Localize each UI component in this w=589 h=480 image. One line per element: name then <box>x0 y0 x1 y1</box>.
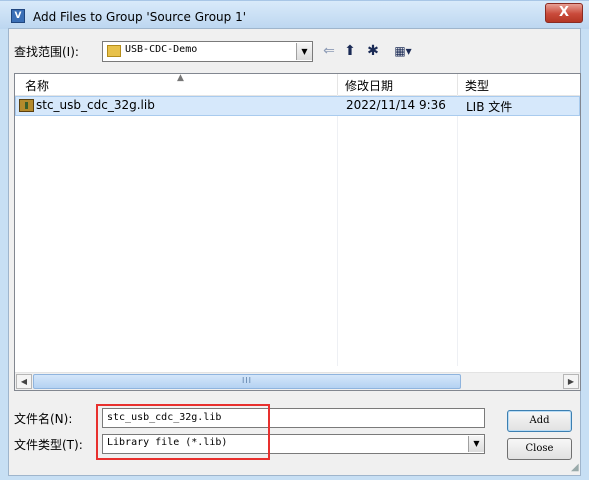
lib-file-icon <box>19 99 34 112</box>
file-modified: 2022/11/14 9:36 <box>346 98 446 112</box>
filename-label: 文件名(N): <box>14 412 73 426</box>
file-list[interactable]: 名称 ▲ 修改日期 类型 stc_usb_cdc_32g.lib 2022/11… <box>14 73 581 391</box>
chevron-down-icon[interactable]: ▼ <box>468 436 484 452</box>
look-in-combobox[interactable]: USB-CDC-Demo ▼ <box>102 41 313 62</box>
file-row[interactable]: stc_usb_cdc_32g.lib 2022/11/14 9:36 LIB … <box>15 96 580 116</box>
title-bar[interactable]: V Add Files to Group 'Source Group 1' X <box>0 1 589 29</box>
view-menu-icon[interactable]: ▦▾ <box>388 41 418 61</box>
new-folder-icon[interactable]: ✱ <box>363 41 383 61</box>
up-folder-icon[interactable]: ⬆ <box>341 41 359 61</box>
scroll-right-icon[interactable]: ▶ <box>563 374 579 389</box>
close-window-button[interactable]: X <box>545 3 583 23</box>
close-button[interactable]: Close <box>507 438 572 460</box>
window-title: Add Files to Group 'Source Group 1' <box>33 10 247 24</box>
resize-grip-icon[interactable]: ◢ <box>571 462 583 474</box>
back-arrow-icon[interactable]: ⇐ <box>320 41 338 61</box>
column-header-type[interactable]: 类型 <box>465 77 489 94</box>
chevron-down-icon[interactable]: ▼ <box>296 43 312 60</box>
column-header-name[interactable]: 名称 <box>25 77 49 94</box>
column-guide <box>457 95 458 366</box>
list-header: 名称 ▲ 修改日期 类型 <box>15 73 580 96</box>
column-divider[interactable] <box>457 74 458 95</box>
scroll-thumb[interactable]: III <box>33 374 461 389</box>
filetype-label: 文件类型(T): <box>14 438 83 452</box>
column-guide <box>337 95 338 366</box>
folder-icon <box>107 45 121 57</box>
app-icon: V <box>11 9 25 23</box>
horizontal-scrollbar[interactable]: ◀ III ▶ <box>15 372 580 390</box>
scroll-left-icon[interactable]: ◀ <box>16 374 32 389</box>
sort-arrow-icon: ▲ <box>177 73 184 83</box>
highlight-annotation <box>96 404 270 460</box>
add-button[interactable]: Add <box>507 410 572 432</box>
column-divider[interactable] <box>337 74 338 95</box>
file-type: LIB 文件 <box>466 100 513 114</box>
look-in-value: USB-CDC-Demo <box>125 44 198 55</box>
look-in-label: 查找范围(I): <box>14 45 79 59</box>
column-header-modified[interactable]: 修改日期 <box>345 77 393 94</box>
file-name: stc_usb_cdc_32g.lib <box>36 98 155 112</box>
